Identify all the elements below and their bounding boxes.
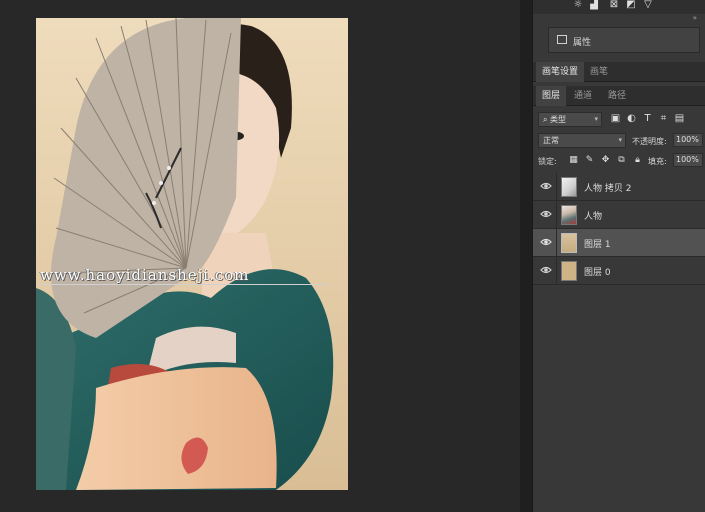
properties-icon [557, 35, 567, 44]
eye-icon[interactable] [540, 265, 552, 275]
eye-separator [556, 173, 557, 201]
triangle-down-icon[interactable]: ▽ [642, 0, 654, 10]
shape-filter-icon[interactable]: ⌗ [658, 113, 669, 124]
layer-thumbnail [561, 205, 577, 225]
layer-name: 图层 0 [584, 268, 611, 278]
lock-position-icon[interactable]: ✥ [600, 155, 611, 166]
artwork-image [36, 18, 348, 490]
lock-brush-icon[interactable]: ✎ [584, 155, 595, 166]
layer-row-person[interactable]: 人物 [532, 201, 705, 229]
layer-filter-kind: 类型 [550, 115, 567, 124]
layer-thumbnail [561, 233, 577, 253]
layer-thumbnail [561, 261, 577, 281]
collapse-icon[interactable]: » [693, 14, 697, 22]
gradient-map-icon[interactable]: ◩ [625, 0, 637, 10]
lock-all-icon[interactable]: 🔒︎ [632, 155, 643, 166]
blend-opacity-row: 正常 ▾ 不透明度: 100% [532, 132, 705, 150]
layers-tabbar: 图层 通道 路径 [532, 86, 705, 106]
eye-separator [556, 229, 557, 257]
watermark-underline [38, 284, 328, 285]
levels-icon[interactable]: ▟ [588, 0, 600, 10]
tab-brush-settings[interactable]: 画笔设置 [536, 62, 585, 82]
brush-tabbar: 画笔设置 画笔 [532, 62, 705, 82]
blend-mode-dropdown[interactable]: 正常 ▾ [538, 133, 626, 148]
tab-paths[interactable]: 路径 [602, 86, 632, 106]
layer-row-layer-1[interactable]: 图层 1 [532, 229, 705, 257]
lock-fill-row: 锁定: ▦ ✎ ✥ ⧉ 🔒︎ 填充: 100% [532, 152, 705, 170]
layer-name: 人物 [584, 212, 603, 222]
chevron-down-icon: ▾ [618, 136, 622, 144]
properties-label: 属性 [573, 38, 592, 48]
opacity-label: 不透明度: [632, 137, 667, 146]
brightness-icon[interactable]: ☼ [572, 0, 584, 10]
adjustment-filter-icon[interactable]: ◐ [626, 113, 637, 124]
panel-divider [532, 0, 533, 512]
fill-field[interactable]: 100% [673, 153, 703, 167]
tab-layers[interactable]: 图层 [536, 86, 567, 106]
document-canvas-area[interactable]: www.haoyidiansheji.com [0, 0, 520, 512]
layer-filter-row: ⌕ 类型 ▾ ▣ ◐ T ⌗ ▤ [532, 111, 705, 129]
search-icon: ⌕ [543, 115, 548, 124]
panel-icon-row: ☼ ▟ ⊠ ◩ ▽ [532, 0, 705, 14]
eye-icon[interactable] [540, 209, 552, 219]
eye-separator [556, 201, 557, 229]
type-filter-icon[interactable]: T [642, 113, 653, 124]
curves-icon[interactable]: ⊠ [608, 0, 620, 10]
eye-separator [556, 257, 557, 285]
eye-icon[interactable] [540, 181, 552, 191]
lock-label: 锁定: [538, 157, 557, 166]
tab-channels[interactable]: 通道 [568, 86, 598, 106]
layer-filter-dropdown[interactable]: ⌕ 类型 ▾ [538, 112, 602, 127]
smart-object-filter-icon[interactable]: ▤ [674, 113, 685, 124]
watermark-text: www.haoyidiansheji.com [40, 266, 250, 284]
layer-name: 图层 1 [584, 240, 611, 250]
layer-thumbnail [561, 177, 577, 197]
tab-brush[interactable]: 画笔 [584, 62, 614, 82]
layer-row-person-copy-2[interactable]: 人物 拷贝 2 [532, 173, 705, 201]
layer-row-layer-0[interactable]: 图层 0 [532, 257, 705, 285]
right-panel: ☼ ▟ ⊠ ◩ ▽ » 属性 画笔设置 画笔 图层 通道 路径 ⌕ 类型 ▾ ▣… [532, 0, 705, 512]
layer-name: 人物 拷贝 2 [584, 184, 632, 194]
pixel-filter-icon[interactable]: ▣ [610, 113, 621, 124]
properties-panel-button[interactable]: 属性 [548, 27, 700, 53]
chevron-down-icon: ▾ [594, 115, 598, 123]
panel-gutter [520, 0, 532, 512]
blend-mode-value: 正常 [543, 136, 559, 145]
lock-transparent-icon[interactable]: ▦ [568, 155, 579, 166]
document-canvas[interactable]: www.haoyidiansheji.com [36, 18, 348, 490]
fill-label: 填充: [648, 157, 667, 166]
lock-artboard-icon[interactable]: ⧉ [616, 155, 627, 166]
opacity-field[interactable]: 100% [673, 133, 703, 147]
eye-icon[interactable] [540, 237, 552, 247]
